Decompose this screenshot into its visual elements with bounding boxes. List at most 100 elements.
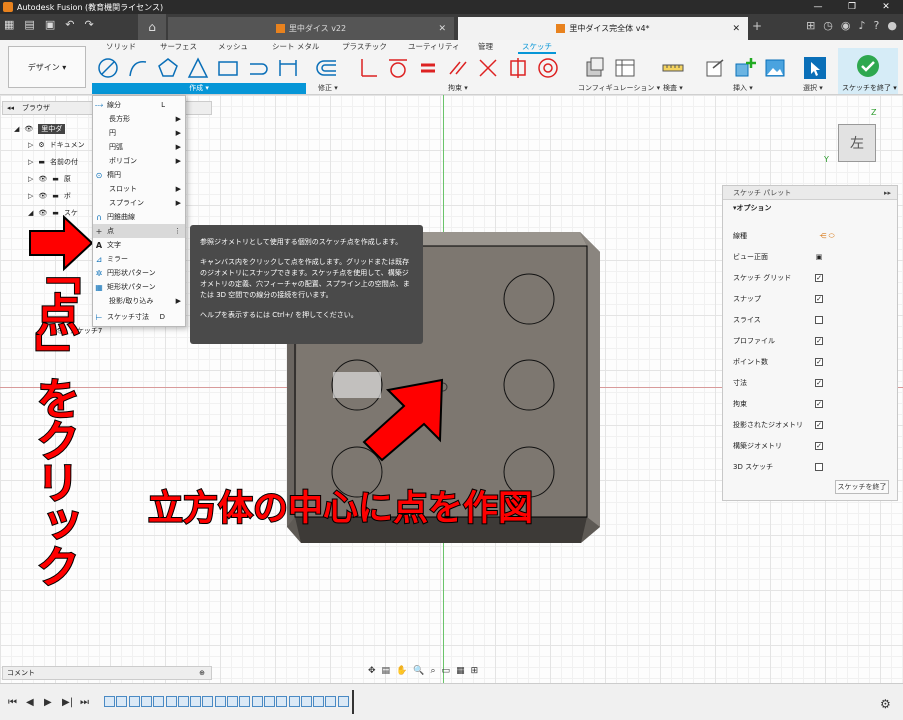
close-tab-icon[interactable]: ✕ (438, 24, 446, 34)
timeline-feature-icon[interactable] (337, 696, 349, 707)
insert-component-icon[interactable] (733, 56, 757, 80)
palette-row-look-at[interactable]: ビュー正面 ▣ (733, 250, 893, 264)
menu-item-rectangle[interactable]: 長方形 ▶ (93, 112, 185, 126)
inspect-menu-button[interactable]: 検査 ▾ (663, 83, 683, 93)
menu-item-circular-pattern[interactable]: ✲ 円形状パターン (93, 266, 185, 280)
timeline-feature-icon[interactable] (140, 696, 152, 707)
tab-sketch[interactable]: スケッチ (518, 41, 556, 54)
slot-tool-icon[interactable] (246, 56, 270, 80)
offset-tool-icon[interactable] (316, 56, 340, 80)
measure-icon[interactable] (661, 56, 685, 80)
timeline-feature-icon[interactable] (165, 696, 177, 707)
parallel-constraint-icon[interactable] (446, 56, 470, 80)
timeline-feature-icon[interactable] (300, 696, 312, 707)
timeline-marker[interactable] (352, 690, 354, 714)
tree-row-sketches[interactable]: ◢ 👁 ▬ スケ (28, 205, 78, 221)
checkbox-slice[interactable] (815, 316, 823, 324)
viewports-icon[interactable]: ⊞ (471, 666, 479, 676)
insert-menu-button[interactable]: 挿入 ▾ (733, 83, 753, 93)
timeline-settings-gear-icon[interactable]: ⚙ (880, 697, 891, 711)
create-menu-button[interactable]: 作成 ▾ (92, 83, 306, 94)
timeline-feature-icon[interactable] (104, 696, 115, 707)
look-at-icon[interactable]: ▤ (382, 666, 391, 676)
home-icon[interactable]: ⌂ (138, 14, 166, 40)
palette-row-grid[interactable]: スケッチ グリッド ✓ (733, 271, 893, 285)
timeline-feature-icon[interactable] (214, 696, 226, 707)
checkbox-grid[interactable]: ✓ (815, 274, 823, 282)
doc-tab-inactive[interactable]: 里中ダイス v22 ✕ (168, 17, 454, 40)
palette-row-points[interactable]: ポイント数 ✓ (733, 355, 893, 369)
new-tab-icon[interactable]: + (752, 19, 762, 33)
tab-surface[interactable]: サーフェス (160, 41, 197, 52)
checkbox-3d-sketch[interactable] (815, 463, 823, 471)
tab-solid[interactable]: ソリッド (106, 41, 136, 52)
redo-icon[interactable]: ↷ (84, 18, 93, 31)
menu-item-polygon[interactable]: ポリゴン ▶ (93, 154, 185, 168)
step-back-icon[interactable]: ◀ (26, 697, 34, 708)
grid-settings-icon[interactable]: ▦ (456, 666, 465, 676)
checkbox-projected-geometry[interactable]: ✓ (815, 421, 823, 429)
menu-item-point[interactable]: + 点 ⋮ (93, 224, 185, 238)
checkbox-constraints[interactable]: ✓ (815, 400, 823, 408)
line-tool-icon[interactable] (96, 56, 120, 80)
palette-row-profile[interactable]: プロファイル ✓ (733, 334, 893, 348)
timeline-feature-icon[interactable] (190, 696, 202, 707)
play-icon[interactable]: ▶ (44, 697, 52, 708)
rectangle-tool-icon[interactable] (216, 56, 240, 80)
display-settings-icon[interactable]: ▭ (442, 666, 451, 676)
tab-manage[interactable]: 管理 (478, 41, 493, 52)
options-section[interactable]: ▾ オプション (723, 200, 897, 216)
menu-item-circle[interactable]: 円 ▶ (93, 126, 185, 140)
menu-item-spline[interactable]: スプライン ▶ (93, 196, 185, 210)
palette-row-slice[interactable]: スライス (733, 313, 893, 327)
timeline-feature-icon[interactable] (177, 696, 189, 707)
timeline-feature-icon[interactable] (313, 696, 325, 707)
timeline-feature-icon[interactable] (128, 696, 140, 707)
timeline-feature-icon[interactable] (227, 696, 238, 707)
palette-row-projected-geometry[interactable]: 投影されたジオメトリ ✓ (733, 418, 893, 432)
select-menu-button[interactable]: 選択 ▾ (803, 83, 823, 93)
close-tab-icon[interactable]: ✕ (732, 24, 740, 34)
online-icon[interactable]: ◉ (841, 19, 851, 32)
menu-item-slot[interactable]: スロット ▶ (93, 182, 185, 196)
palette-row-3d-sketch[interactable]: 3D スケッチ (733, 460, 893, 474)
configure-icon[interactable] (583, 56, 607, 80)
fix-constraint-icon[interactable] (506, 56, 530, 80)
file-icon[interactable]: ▤ (24, 18, 34, 31)
go-to-start-icon[interactable]: ⏮ (8, 697, 17, 708)
tangent-constraint-icon[interactable] (386, 56, 410, 80)
timeline-feature-icon[interactable] (288, 696, 300, 707)
menu-item-mirror[interactable]: ⊿ ミラー (93, 252, 185, 266)
step-forward-icon[interactable]: ▶| (62, 697, 73, 708)
close-icon[interactable]: ✕ (869, 0, 903, 14)
expand-icon[interactable]: ▸▸ (884, 189, 891, 197)
menu-item-line[interactable]: ⤏ 線分 L (93, 98, 185, 112)
sketch-palette-header[interactable]: スケッチ パレット ▸▸ (723, 186, 897, 200)
zoom-icon[interactable]: 🔍 (413, 666, 424, 676)
minimize-icon[interactable]: — (801, 0, 835, 14)
menu-item-project-include[interactable]: 投影/取り込み ▶ (93, 294, 185, 308)
arc-tool-icon[interactable] (126, 56, 150, 80)
restore-icon[interactable]: ❐ (835, 0, 869, 14)
menu-item-text[interactable]: A 文字 (93, 238, 185, 252)
perpendicular-constraint-icon[interactable] (476, 56, 500, 80)
view-cube[interactable]: 左 (838, 124, 876, 162)
grid-menu-icon[interactable]: ▦ (4, 18, 14, 31)
checkbox-construction-geometry[interactable]: ✓ (815, 442, 823, 450)
timeline-feature-icon[interactable] (251, 696, 263, 707)
finish-sketch-button[interactable]: スケッチを終了 ▾ (838, 48, 898, 94)
palette-row-dimensions[interactable]: 寸法 ✓ (733, 376, 893, 390)
notification-icon[interactable]: ♪ (859, 19, 866, 32)
pan-icon[interactable]: ✋ (396, 666, 407, 676)
tab-utility[interactable]: ユーティリティ (408, 41, 460, 52)
polygon-tool-icon[interactable] (156, 56, 180, 80)
timeline-feature-icon[interactable] (239, 696, 251, 707)
fit-icon[interactable]: ⌕ (431, 666, 436, 676)
tab-mesh[interactable]: メッシュ (218, 41, 248, 52)
avatar[interactable]: ● (887, 19, 897, 32)
insert-derive-icon[interactable] (703, 56, 727, 80)
horizontal-vertical-constraint-icon[interactable] (356, 56, 380, 80)
tree-row-origin[interactable]: ▷ 👁 ▬ 原 (28, 171, 71, 187)
checkbox-snap[interactable]: ✓ (815, 295, 823, 303)
menu-item-arc[interactable]: 円弧 ▶ (93, 140, 185, 154)
